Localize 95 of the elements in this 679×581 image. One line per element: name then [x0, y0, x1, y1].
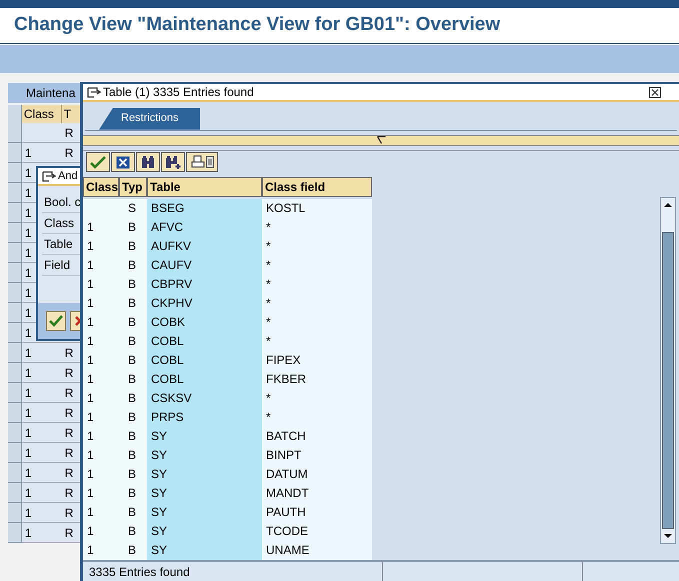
table-cell: B: [119, 541, 147, 560]
table-cell: 1: [83, 275, 119, 294]
table-cell: COBL: [147, 332, 262, 352]
table-cell: S: [119, 199, 147, 218]
table-cell: 1: [83, 256, 119, 276]
table-cell: B: [119, 370, 147, 390]
table-cell: *: [262, 389, 372, 408]
table-cell: B: [119, 351, 147, 370]
table-cell: 1: [83, 408, 119, 428]
table-cell: 1: [22, 343, 62, 363]
table-cell: 1: [22, 483, 62, 503]
column-header: Class field: [262, 177, 372, 198]
table-cell: 1: [83, 370, 119, 390]
table-cell: *: [262, 313, 372, 332]
table-cell: 1: [83, 484, 119, 504]
table-cell: SY: [147, 484, 262, 504]
table-cell: MANDT: [262, 484, 372, 504]
table-cell: SY: [147, 446, 262, 466]
table-cell: AUFKV: [147, 237, 262, 256]
table-cell: CAUFV: [147, 256, 262, 276]
column-header: Class: [22, 105, 62, 123]
table-cell: 1: [83, 541, 119, 560]
column-header: Class: [83, 177, 119, 198]
table-cell: 1: [22, 463, 62, 483]
table-cell: B: [119, 313, 147, 332]
screen-title: Change View "Maintenance View for GB01": Overview: [14, 13, 500, 38]
table-cell: 1: [22, 143, 62, 163]
table-cell: TCODE: [262, 522, 372, 542]
table-cell: B: [119, 275, 147, 294]
table-cell: B: [119, 522, 147, 542]
table-cell: *: [262, 332, 372, 352]
table-cell: 1: [83, 218, 119, 238]
column-header: Table: [147, 177, 262, 198]
table-cell: 1: [83, 313, 119, 332]
table-cell: 1: [83, 389, 119, 408]
table-cell: *: [262, 408, 372, 428]
table-cell: COBK: [147, 313, 262, 332]
table-cell: 1: [83, 465, 119, 484]
table-cell: BSEG: [147, 199, 262, 218]
table-cell: B: [119, 446, 147, 466]
table-cell: 1: [22, 423, 62, 443]
table-cell: PAUTH: [262, 503, 372, 522]
table-cell: KOSTL: [262, 199, 372, 218]
table-cell: 1: [83, 522, 119, 542]
table-cell: *: [262, 275, 372, 294]
table-cell: 1: [83, 351, 119, 370]
table-cell: SY: [147, 503, 262, 522]
table-cell: SY: [147, 522, 262, 542]
table-cell: B: [119, 389, 147, 408]
table-cell: B: [119, 484, 147, 504]
table-cell: CBPRV: [147, 275, 262, 294]
table-cell: B: [119, 503, 147, 522]
table-cell: 1: [83, 446, 119, 466]
table-cell: 1: [83, 332, 119, 352]
table-cell: 1: [22, 503, 62, 523]
table-cell: FKBER: [262, 370, 372, 390]
table-cell: AFVC: [147, 218, 262, 238]
table-cell: SY: [147, 541, 262, 560]
table-cell: 1: [83, 294, 119, 314]
table-cell: 1: [83, 237, 119, 256]
table-cell: B: [119, 256, 147, 276]
table-cell: CSKSV: [147, 389, 262, 408]
popup-title: Table (1) 3335 Entries found: [103, 84, 254, 101]
table-cell: 1: [83, 503, 119, 522]
table-cell: BATCH: [262, 427, 372, 446]
table-cell: *: [262, 294, 372, 314]
table-cell: *: [262, 218, 372, 238]
table-cell: SY: [147, 465, 262, 484]
table-cell: B: [119, 218, 147, 238]
table-cell: B: [119, 294, 147, 314]
table-cell: 1: [22, 443, 62, 463]
table-cell: 1: [83, 427, 119, 446]
table-cell: UNAME: [262, 541, 372, 560]
table-cell: DATUM: [262, 465, 372, 484]
table-cell: B: [119, 465, 147, 484]
table-cell: *: [262, 256, 372, 276]
table-cell: PRPS: [147, 408, 262, 428]
table-cell: COBL: [147, 351, 262, 370]
table-cell: B: [119, 237, 147, 256]
table-cell: 1: [22, 403, 62, 423]
table-cell: CKPHV: [147, 294, 262, 314]
column-header: Typ: [119, 177, 147, 198]
table-cell: B: [119, 427, 147, 446]
table-heading: Maintena: [26, 85, 76, 102]
table-cell: BINPT: [262, 446, 372, 466]
table-cell: B: [119, 408, 147, 428]
table-cell: 1: [22, 523, 62, 543]
table-cell: *: [262, 237, 372, 256]
table-cell: B: [119, 332, 147, 352]
table-cell: SY: [147, 427, 262, 446]
table-cell: COBL: [147, 370, 262, 390]
table-cell: 1: [22, 363, 62, 383]
status-text: 3335 Entries found: [89, 564, 190, 581]
table-cell: 1: [22, 383, 62, 403]
table-cell: FIPEX: [262, 351, 372, 370]
